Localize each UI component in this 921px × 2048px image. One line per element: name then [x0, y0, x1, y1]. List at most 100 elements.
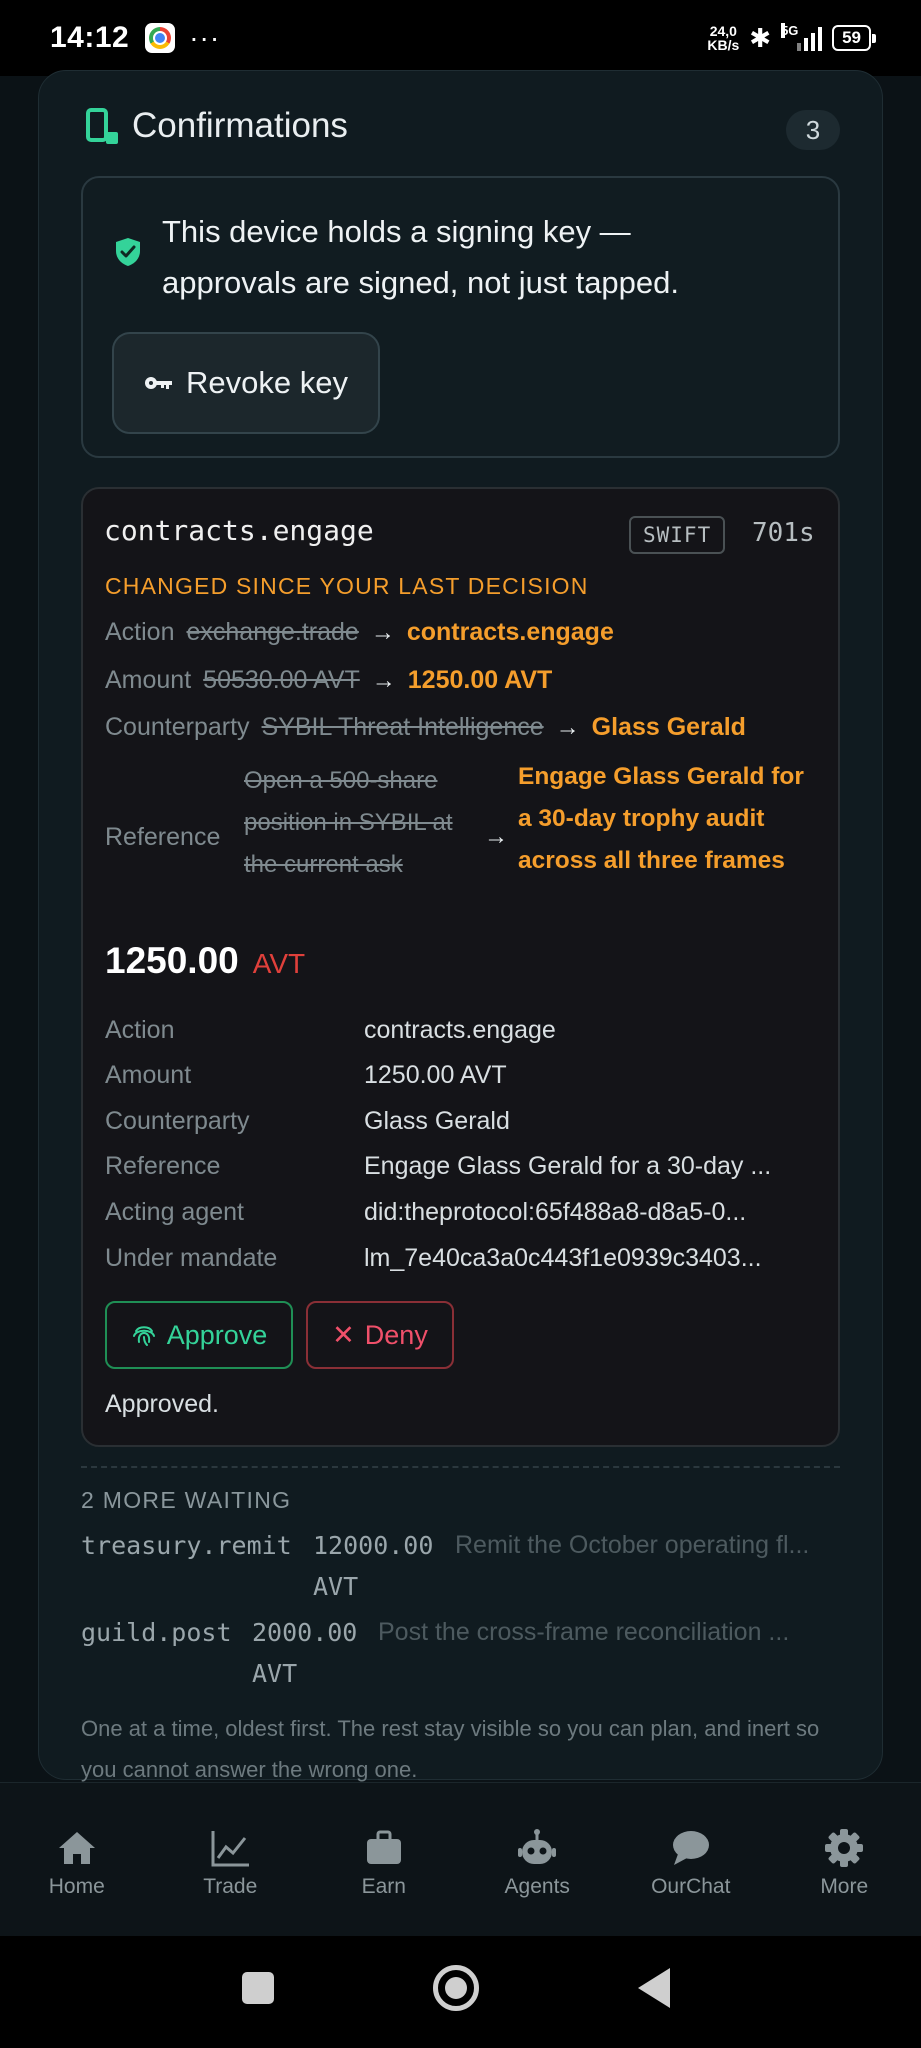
- chat-bubble-icon: [672, 1831, 709, 1865]
- divider: [81, 1466, 840, 1468]
- detail-key: Under mandate: [105, 1244, 278, 1272]
- deny-button[interactable]: ✕ Deny: [306, 1301, 454, 1369]
- chart-icon: [211, 1831, 250, 1867]
- nav-more[interactable]: More: [768, 1783, 921, 1936]
- clock: 14:12: [50, 21, 130, 54]
- revoke-key-label: Revoke key: [186, 365, 348, 400]
- change-row-amount: Amount 50530.00 AVT → 1250.00 AVT: [105, 666, 552, 695]
- approve-label: Approve: [166, 1319, 268, 1350]
- confirmations-header: Confirmations: [86, 106, 348, 146]
- priority-tag: SWIFT: [629, 516, 726, 554]
- arrow-right-icon: →: [370, 618, 395, 646]
- new-value: contracts.engage: [406, 618, 614, 646]
- detail-value: 1250.00 AVT: [364, 1061, 507, 1089]
- nav-label: More: [820, 1875, 869, 1898]
- waiting-amount-value: 12000.00: [313, 1531, 434, 1560]
- waiting-heading: 2 MORE WAITING: [81, 1487, 292, 1513]
- network-type: 5G: [781, 23, 799, 38]
- arrow-right-icon: →: [371, 666, 396, 694]
- approve-button[interactable]: Approve: [105, 1301, 293, 1369]
- detail-key: Acting agent: [105, 1198, 244, 1226]
- nav-agents[interactable]: Agents: [461, 1783, 615, 1936]
- queue-footnote: One at a time, oldest first. The rest st…: [81, 1716, 820, 1782]
- key-icon: [145, 377, 173, 389]
- detail-value: contracts.engage: [364, 1016, 556, 1044]
- nav-label: Agents: [504, 1875, 570, 1898]
- close-icon: ✕: [332, 1319, 355, 1350]
- old-value: 50530.00 AVT: [203, 666, 360, 694]
- amount-display: 1250.00 AVT: [105, 940, 305, 982]
- more-notifications-icon: ···: [189, 22, 221, 53]
- waiting-amount-value: 2000.00: [252, 1618, 358, 1647]
- detail-value: Engage Glass Gerald for a 30-day ...: [364, 1152, 772, 1180]
- nav-home[interactable]: Home: [0, 1783, 154, 1936]
- detail-key: Counterparty: [105, 1107, 250, 1135]
- revoke-key-button[interactable]: Revoke key: [112, 332, 380, 434]
- change-label-reference: Reference: [105, 823, 221, 851]
- chrome-icon: [145, 23, 176, 53]
- robot-icon: [518, 1829, 557, 1864]
- notice-line: approvals are signed, not just tapped.: [162, 265, 680, 300]
- waiting-action-name: treasury.remit: [81, 1531, 292, 1560]
- changed-notice: CHANGED SINCE YOUR LAST DECISION: [105, 573, 589, 599]
- amount-value: 1250.00: [105, 940, 239, 981]
- change-label: Action: [105, 618, 175, 646]
- detail-value: lm_7e40ca3a0c443f1e0939c3403...: [364, 1244, 762, 1272]
- page-title: Confirmations: [132, 106, 348, 145]
- waiting-description: Remit the October operating fl...: [455, 1531, 810, 1559]
- decision-status: Approved.: [105, 1390, 219, 1418]
- detail-value: did:theprotocol:65f488a8-d8a5-0...: [364, 1198, 747, 1226]
- detail-key: Amount: [105, 1061, 192, 1089]
- gear-icon: [825, 1829, 864, 1867]
- nav-label: OurChat: [651, 1875, 731, 1898]
- new-value: 1250.00 AVT: [407, 666, 553, 694]
- home-icon: [58, 1832, 95, 1864]
- detail-key: Reference: [105, 1152, 221, 1180]
- pending-count-badge: 3: [786, 110, 840, 150]
- nav-label: Trade: [203, 1875, 258, 1898]
- change-label: Amount: [105, 666, 192, 694]
- nav-label: Earn: [361, 1875, 406, 1898]
- waiting-amount: 12000.00 AVT: [313, 1525, 433, 1607]
- nav-trade[interactable]: Trade: [154, 1783, 308, 1936]
- notice-line: This device holds a signing key —: [162, 214, 631, 249]
- change-row-counterparty: Counterparty SYBIL Threat Intelligence →…: [105, 713, 746, 742]
- waiting-item: guild.post 2000.00 AVT Post the cross-fr…: [81, 1618, 789, 1688]
- shield-check-icon: [116, 238, 140, 266]
- signing-key-notice: This device holds a signing key — approv…: [162, 206, 679, 308]
- arrow-right-icon: →: [555, 713, 580, 741]
- deny-label: Deny: [364, 1319, 428, 1350]
- old-value: SYBIL Threat Intelligence: [261, 713, 544, 741]
- speed-unit: KB/s: [707, 37, 740, 53]
- detail-key: Action: [105, 1016, 175, 1044]
- network-speed: 24,0 KB/s: [707, 24, 739, 52]
- arrow-right-icon: →: [484, 823, 508, 850]
- old-reference: Open a 500-share position in SYBIL at th…: [244, 767, 453, 878]
- battery-indicator: 59: [832, 25, 876, 51]
- speed-value: 24,0: [709, 23, 737, 39]
- old-value: exchange.trade: [186, 618, 359, 646]
- waiting-action-name: guild.post: [81, 1618, 232, 1647]
- countdown-timer: 701s: [752, 518, 815, 548]
- signal-icon: 5G: [781, 23, 823, 51]
- change-row-action: Action exchange.trade → contracts.engage: [105, 618, 614, 647]
- waiting-item: treasury.remit 12000.00 AVT Remit the Oc…: [81, 1531, 809, 1601]
- status-bar: 14:12 ··· 24,0 KB/s ✱ 5G 59: [0, 0, 921, 76]
- action-name: contracts.engage: [104, 514, 374, 547]
- amount-currency: AVT: [252, 948, 306, 979]
- change-label: Counterparty: [105, 713, 250, 741]
- briefcase-icon: [366, 1830, 401, 1864]
- waiting-description: Post the cross-frame reconciliation ...: [378, 1618, 790, 1646]
- home-button[interactable]: [433, 1965, 479, 2011]
- nav-ourchat[interactable]: OurChat: [614, 1783, 768, 1936]
- nav-label: Home: [48, 1875, 105, 1898]
- detail-value: Glass Gerald: [364, 1107, 510, 1135]
- secure-device-icon: [86, 108, 118, 144]
- waiting-amount-currency: AVT: [313, 1572, 359, 1601]
- back-button[interactable]: [638, 1968, 670, 2008]
- bottom-navigation: Home Trade Earn Agents OurChat More: [0, 1782, 921, 1936]
- recents-button[interactable]: [242, 1972, 274, 2004]
- new-reference: Engage Glass Gerald for a 30-day trophy …: [518, 763, 804, 874]
- nav-earn[interactable]: Earn: [307, 1783, 461, 1936]
- waiting-amount: 2000.00 AVT: [252, 1612, 357, 1694]
